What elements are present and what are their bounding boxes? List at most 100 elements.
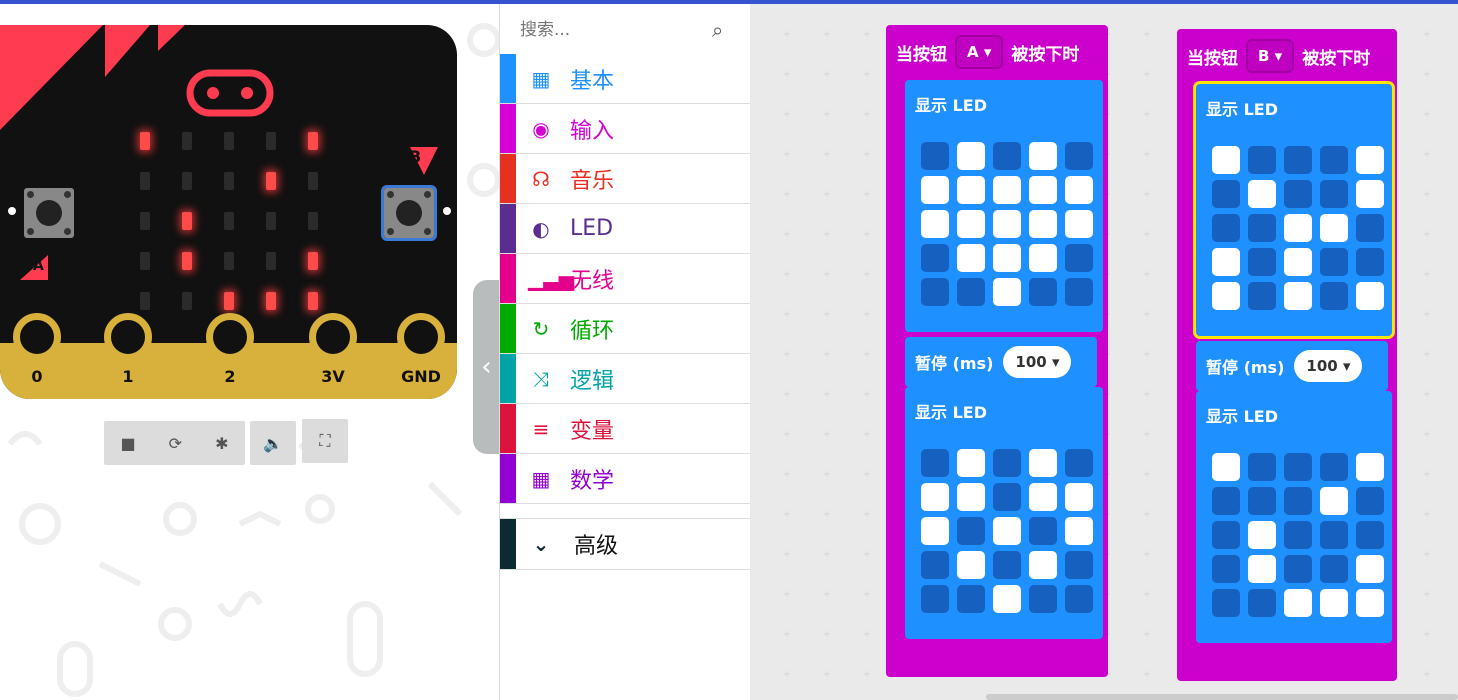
led-cell[interactable] xyxy=(1284,180,1312,208)
led-cell[interactable] xyxy=(1029,278,1057,306)
pin-hole[interactable] xyxy=(309,313,357,361)
led-cell[interactable] xyxy=(1065,244,1093,272)
show-led-block[interactable]: 显示 LED xyxy=(1196,391,1392,643)
led-cell[interactable] xyxy=(957,142,985,170)
led-cell[interactable] xyxy=(1356,282,1384,310)
led-cell[interactable] xyxy=(921,483,949,511)
code-workspace[interactable]: 当按钮 A ▾ 被按下时 显示 LED 暂停 (ms) 100 ▾ 显示 LED… xyxy=(750,4,1458,700)
led-cell[interactable] xyxy=(1356,555,1384,583)
led-cell[interactable] xyxy=(993,142,1021,170)
led-cell[interactable] xyxy=(1320,521,1348,549)
led-cell[interactable] xyxy=(957,449,985,477)
led-cell[interactable] xyxy=(1248,453,1276,481)
debug-icon[interactable]: ✱ xyxy=(215,434,228,453)
restart-icon[interactable]: ⟳ xyxy=(169,434,182,453)
led-cell[interactable] xyxy=(921,278,949,306)
led-cell[interactable] xyxy=(1029,176,1057,204)
led-cell[interactable] xyxy=(921,517,949,545)
pin-hole[interactable] xyxy=(206,313,254,361)
led-cell[interactable] xyxy=(1248,214,1276,242)
led-cell[interactable] xyxy=(993,210,1021,238)
category-item[interactable]: ↻ 循环 xyxy=(500,304,750,354)
led-cell[interactable] xyxy=(1320,214,1348,242)
led-cell[interactable] xyxy=(1248,180,1276,208)
pin-hole[interactable] xyxy=(397,313,445,361)
led-cell[interactable] xyxy=(1065,585,1093,613)
led-cell[interactable] xyxy=(1320,555,1348,583)
sound-button[interactable]: 🔈 xyxy=(250,421,296,465)
led-cell[interactable] xyxy=(1284,453,1312,481)
show-led-block-selected[interactable]: 显示 LED xyxy=(1193,81,1395,339)
led-cell[interactable] xyxy=(1065,517,1093,545)
led-cell[interactable] xyxy=(957,244,985,272)
led-cell[interactable] xyxy=(1356,589,1384,617)
led-cell[interactable] xyxy=(1248,589,1276,617)
led-cell[interactable] xyxy=(1065,142,1093,170)
category-item[interactable]: ⤨ 逻辑 xyxy=(500,354,750,404)
led-cell[interactable] xyxy=(1065,551,1093,579)
led-cell[interactable] xyxy=(921,585,949,613)
pause-value-dropdown[interactable]: 100 ▾ xyxy=(1003,346,1072,378)
led-cell[interactable] xyxy=(1248,146,1276,174)
led-cell[interactable] xyxy=(1248,521,1276,549)
led-cell[interactable] xyxy=(1320,487,1348,515)
led-cell[interactable] xyxy=(1320,248,1348,276)
pin-hole[interactable] xyxy=(104,313,152,361)
led-cell[interactable] xyxy=(1356,453,1384,481)
led-cell[interactable] xyxy=(1320,146,1348,174)
led-cell[interactable] xyxy=(1212,555,1240,583)
led-cell[interactable] xyxy=(1065,278,1093,306)
led-cell[interactable] xyxy=(1029,585,1057,613)
pause-block[interactable]: 暂停 (ms) 100 ▾ xyxy=(905,337,1097,387)
led-cell[interactable] xyxy=(1320,453,1348,481)
led-cell[interactable] xyxy=(1065,210,1093,238)
button-dropdown-b[interactable]: B ▾ xyxy=(1246,39,1295,73)
led-cell[interactable] xyxy=(1029,449,1057,477)
led-cell[interactable] xyxy=(1248,555,1276,583)
led-cell[interactable] xyxy=(993,517,1021,545)
led-cell[interactable] xyxy=(1065,449,1093,477)
led-cell[interactable] xyxy=(1212,180,1240,208)
pause-value-dropdown[interactable]: 100 ▾ xyxy=(1294,350,1363,382)
led-cell[interactable] xyxy=(957,585,985,613)
collapse-simulator-handle[interactable]: ‹ xyxy=(473,280,499,454)
led-cell[interactable] xyxy=(1248,248,1276,276)
led-cell[interactable] xyxy=(1212,248,1240,276)
category-item[interactable]: ▦ 基本 xyxy=(500,54,750,104)
search-icon[interactable]: ⌕ xyxy=(712,18,723,42)
horizontal-scrollbar[interactable] xyxy=(986,694,1458,700)
led-cell[interactable] xyxy=(1320,282,1348,310)
led-cell[interactable] xyxy=(957,278,985,306)
led-cell[interactable] xyxy=(1356,487,1384,515)
led-cell[interactable] xyxy=(1284,521,1312,549)
led-cell[interactable] xyxy=(921,449,949,477)
led-cell[interactable] xyxy=(1284,487,1312,515)
led-cell[interactable] xyxy=(957,210,985,238)
led-cell[interactable] xyxy=(921,551,949,579)
led-cell[interactable] xyxy=(1212,487,1240,515)
led-cell[interactable] xyxy=(921,142,949,170)
category-advanced[interactable]: ⌄ 高级 xyxy=(500,518,750,570)
led-cell[interactable] xyxy=(1029,210,1057,238)
led-cell[interactable] xyxy=(1284,214,1312,242)
category-item[interactable]: ▦ 数学 xyxy=(500,454,750,504)
led-cell[interactable] xyxy=(1284,589,1312,617)
led-cell[interactable] xyxy=(957,517,985,545)
led-cell[interactable] xyxy=(1356,146,1384,174)
led-cell[interactable] xyxy=(1212,282,1240,310)
led-cell[interactable] xyxy=(1029,244,1057,272)
led-cell[interactable] xyxy=(921,244,949,272)
category-item[interactable]: ◐ LED xyxy=(500,204,750,254)
led-cell[interactable] xyxy=(921,176,949,204)
led-cell[interactable] xyxy=(957,551,985,579)
led-cell[interactable] xyxy=(1248,487,1276,515)
show-led-block[interactable]: 显示 LED xyxy=(905,80,1103,332)
button-b[interactable] xyxy=(381,185,437,241)
led-cell[interactable] xyxy=(1029,142,1057,170)
button-dropdown-a[interactable]: A ▾ xyxy=(955,35,1004,69)
led-cell[interactable] xyxy=(993,551,1021,579)
led-cell[interactable] xyxy=(1284,248,1312,276)
led-cell[interactable] xyxy=(993,278,1021,306)
led-cell[interactable] xyxy=(1065,176,1093,204)
button-a[interactable] xyxy=(24,188,74,238)
